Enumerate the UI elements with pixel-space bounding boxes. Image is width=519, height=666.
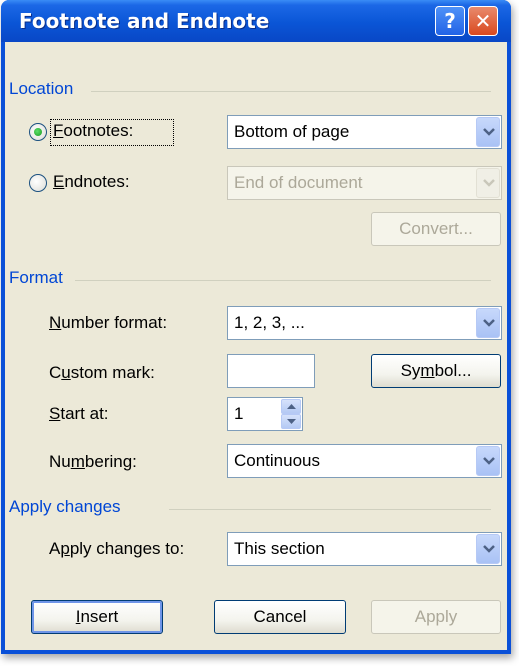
location-group-label: Location [9, 79, 74, 98]
numbering-select[interactable]: Continuous [227, 444, 502, 478]
start-at-label-text: tart at: [60, 404, 109, 423]
radio-selected-dot [34, 128, 42, 136]
numbering-label-text: bering: [84, 452, 137, 471]
apply-changes-to-label: Apply changes to: [49, 539, 184, 559]
cancel-button[interactable]: Cancel [214, 600, 346, 634]
spin-down-icon[interactable] [281, 414, 301, 429]
spin-up-icon[interactable] [281, 399, 301, 414]
location-divider [91, 91, 491, 92]
numbering-label-pre: Nu [49, 452, 71, 471]
insert-label: nsert [80, 607, 119, 626]
endnotes-radio[interactable] [29, 174, 47, 192]
dialog-window: Footnote and Endnote ? ✕ Location Footno… [1, 0, 511, 654]
footnotes-position-value: Bottom of page [234, 122, 350, 141]
apply-changes-group-label: Apply changes [9, 497, 121, 516]
insert-button[interactable]: Insert [31, 600, 163, 634]
number-format-label-text: umber format: [61, 313, 168, 332]
apply-changes-value: This section [234, 539, 325, 558]
start-at-spinner[interactable]: 1 [227, 397, 303, 431]
symbol-button[interactable]: Symbol... [371, 354, 501, 388]
format-group-label: Format [9, 268, 63, 287]
endnotes-position-select[interactable]: End of document [227, 166, 502, 200]
start-at-value: 1 [234, 404, 244, 423]
number-format-label: Number format: [49, 313, 167, 333]
custom-mark-input[interactable] [227, 354, 315, 388]
apply-changes-divider [169, 509, 491, 510]
endnotes-label[interactable]: Endnotes: [53, 172, 130, 192]
custom-mark-label: Custom mark: [49, 363, 155, 383]
close-button[interactable]: ✕ [468, 6, 498, 36]
footnotes-radio[interactable] [29, 123, 47, 141]
endnotes-hotkey: E [53, 172, 65, 191]
dropdown-arrow-icon[interactable] [476, 168, 500, 198]
number-format-hotkey: N [49, 313, 62, 332]
dialog-body: Location Footnotes: Bottom of page Endno… [5, 42, 507, 650]
number-format-select[interactable]: 1, 2, 3, ... [227, 306, 502, 340]
footnotes-hotkey: F [53, 121, 64, 140]
custom-mark-label-text: stom mark: [70, 363, 155, 382]
endnotes-label-text: ndnotes: [64, 172, 130, 191]
start-at-label: Start at: [49, 404, 109, 424]
footnotes-position-select[interactable]: Bottom of page [227, 115, 502, 149]
apply-changes-hotkey: p [60, 539, 70, 558]
symbol-hotkey: m [420, 361, 435, 380]
format-divider [75, 280, 491, 281]
apply-changes-label-pre: A [49, 539, 61, 558]
number-format-value: 1, 2, 3, ... [234, 313, 305, 332]
dropdown-arrow-icon[interactable] [476, 308, 500, 338]
apply-changes-select[interactable]: This section [227, 532, 502, 566]
footnotes-label[interactable]: Footnotes: [53, 121, 133, 141]
dialog-title: Footnote and Endnote [19, 9, 270, 33]
custom-mark-hotkey: u [61, 363, 71, 382]
start-at-hotkey: S [49, 404, 61, 423]
apply-changes-label-text: ply changes to: [69, 539, 185, 558]
numbering-value: Continuous [234, 451, 321, 470]
help-button[interactable]: ? [435, 6, 465, 36]
dropdown-arrow-icon[interactable] [476, 446, 500, 476]
dropdown-arrow-icon[interactable] [476, 117, 500, 147]
footnotes-label-text: ootnotes: [63, 121, 134, 140]
convert-button[interactable]: Convert... [371, 212, 501, 246]
dropdown-arrow-icon[interactable] [476, 534, 500, 564]
symbol-label-text: bol... [434, 361, 472, 380]
endnotes-position-value: End of document [234, 173, 363, 192]
custom-mark-label-pre: C [49, 363, 62, 382]
title-bar[interactable]: Footnote and Endnote ? ✕ [1, 0, 511, 42]
numbering-hotkey: m [70, 452, 85, 471]
numbering-label: Numbering: [49, 452, 137, 472]
symbol-label-pre: Sy [400, 361, 421, 380]
apply-button[interactable]: Apply [371, 600, 501, 634]
